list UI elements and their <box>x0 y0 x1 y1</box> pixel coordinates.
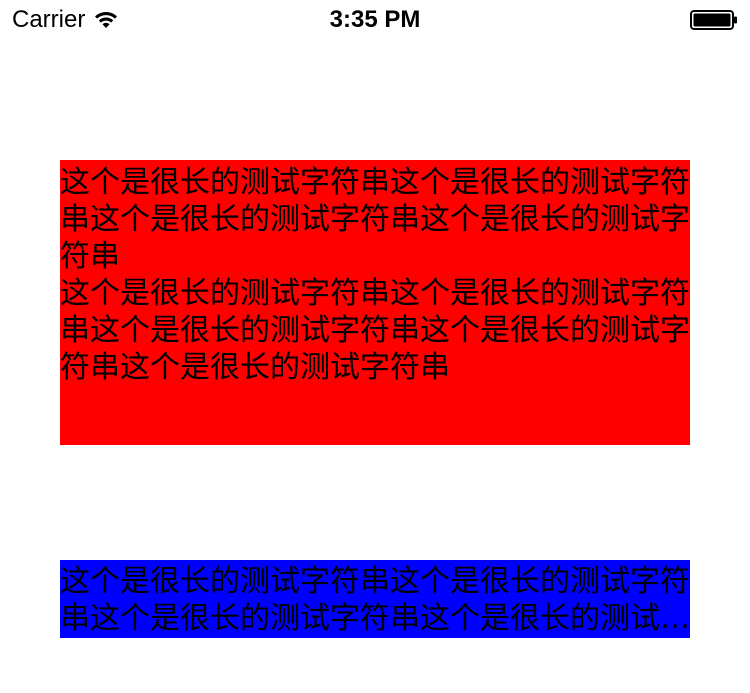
status-time: 3:35 PM <box>329 6 421 33</box>
red-multiline-label: 这个是很长的测试字符串这个是很长的测试字符串这个是很长的测试字符串这个是很长的测… <box>60 160 690 445</box>
red-label-paragraph-2: 这个是很长的测试字符串这个是很长的测试字符串这个是很长的测试字符串这个是很长的测… <box>60 276 690 385</box>
status-bar: Carrier 3:35 PM <box>0 0 750 40</box>
screen: Carrier 3:35 PM 这个是很长的测试字符串这个是很长的测试字符串这个… <box>0 0 750 693</box>
battery-icon <box>690 10 738 30</box>
blue-label-text: 这个是很长的测试字符串这个是很长的测试字符串这个是很长的测试字符串这个是很长的测… <box>60 564 690 636</box>
red-label-paragraph-1: 这个是很长的测试字符串这个是很长的测试字符串这个是很长的测试字符串这个是很长的测… <box>60 165 690 274</box>
blue-truncated-label: 这个是很长的测试字符串这个是很长的测试字符串这个是很长的测试字符串这个是很长的测… <box>60 560 690 638</box>
